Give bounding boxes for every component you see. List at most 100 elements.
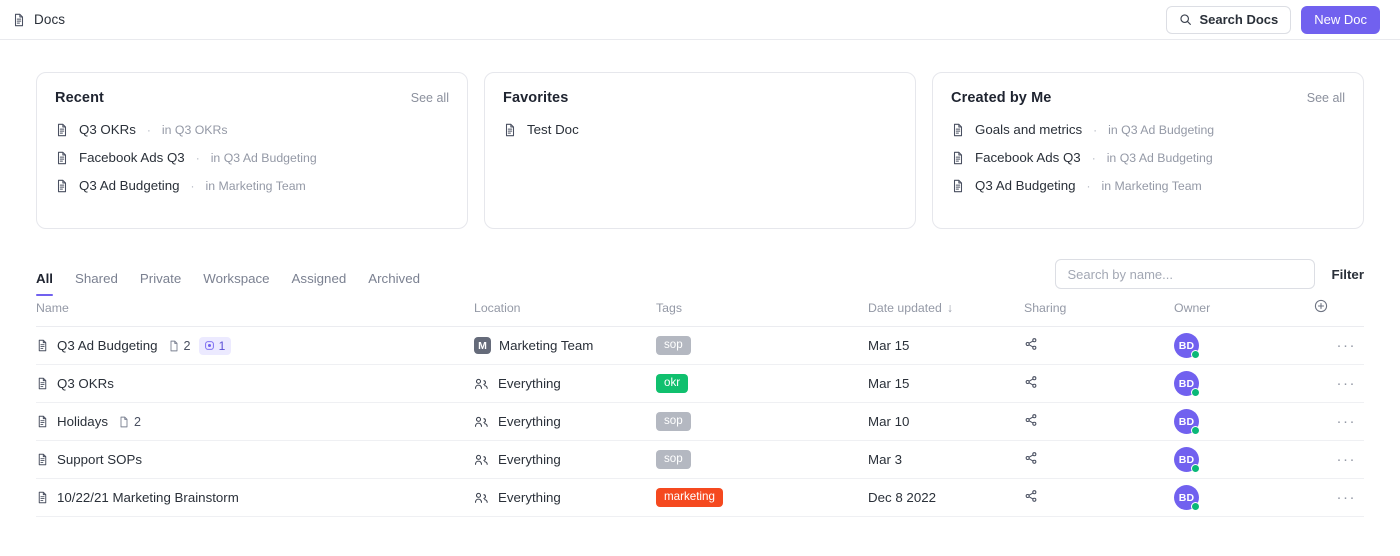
list-item[interactable]: Facebook Ads Q3 · in Q3 Ad Budgeting bbox=[55, 150, 449, 165]
avatar[interactable]: BD bbox=[1174, 447, 1200, 473]
document-icon bbox=[118, 416, 130, 428]
table-row[interactable]: 10/22/21 Marketing Brainstorm Everything… bbox=[36, 478, 1365, 517]
filter-button[interactable]: Filter bbox=[1331, 267, 1364, 282]
table-row[interactable]: Q3 OKRs Everything okr Mar 15 BD ··· bbox=[36, 364, 1365, 403]
see-all-link[interactable]: See all bbox=[411, 91, 449, 105]
cell-name[interactable]: 10/22/21 Marketing Brainstorm bbox=[36, 478, 474, 517]
new-doc-button[interactable]: New Doc bbox=[1301, 5, 1380, 34]
share-icon[interactable] bbox=[1024, 375, 1038, 389]
cell-owner[interactable]: BD bbox=[1174, 478, 1314, 517]
cell-owner[interactable]: BD bbox=[1174, 364, 1314, 403]
list-item[interactable]: Q3 Ad Budgeting · in Marketing Team bbox=[951, 178, 1345, 193]
document-icon bbox=[55, 123, 69, 137]
cell-tags[interactable]: marketing bbox=[656, 478, 868, 517]
cell-more[interactable]: ··· bbox=[1314, 440, 1365, 479]
row-more-button[interactable]: ··· bbox=[1337, 337, 1365, 354]
list-item[interactable]: Facebook Ads Q3 · in Q3 Ad Budgeting bbox=[951, 150, 1345, 165]
tabs-toolbar: All Shared Private Workspace Assigned Ar… bbox=[0, 229, 1400, 296]
plus-circle-icon bbox=[1314, 299, 1328, 313]
cell-name[interactable]: Holidays 2 bbox=[36, 402, 474, 441]
tag-chip[interactable]: sop bbox=[656, 412, 691, 431]
document-icon bbox=[168, 340, 180, 352]
subdoc-count: 2 bbox=[168, 339, 191, 353]
see-all-link[interactable]: See all bbox=[1307, 91, 1345, 105]
location-name: Marketing Team bbox=[499, 338, 594, 353]
avatar[interactable]: BD bbox=[1174, 409, 1200, 435]
row-more-button[interactable]: ··· bbox=[1337, 413, 1365, 430]
breadcrumb[interactable]: Docs bbox=[12, 12, 65, 27]
table-header-row: Name Location Tags Date updated ↓ Sharin… bbox=[36, 295, 1364, 327]
page-title: Docs bbox=[34, 12, 66, 27]
cell-more[interactable]: ··· bbox=[1314, 364, 1365, 403]
column-header-location[interactable]: Location bbox=[474, 295, 656, 327]
tab-private[interactable]: Private bbox=[140, 271, 181, 295]
column-header-tags[interactable]: Tags bbox=[656, 295, 868, 327]
cell-location[interactable]: Everything bbox=[474, 440, 656, 479]
tab-assigned[interactable]: Assigned bbox=[292, 271, 347, 295]
column-header-name[interactable]: Name bbox=[36, 295, 474, 327]
cell-tags[interactable]: sop bbox=[656, 326, 868, 365]
avatar[interactable]: BD bbox=[1174, 333, 1200, 359]
tab-workspace[interactable]: Workspace bbox=[203, 271, 269, 295]
cell-name[interactable]: Q3 Ad Budgeting 2 1 bbox=[36, 326, 474, 365]
tag-chip[interactable]: marketing bbox=[656, 488, 723, 507]
tag-chip[interactable]: okr bbox=[656, 374, 689, 393]
tab-archived[interactable]: Archived bbox=[368, 271, 420, 295]
cell-owner[interactable]: BD bbox=[1174, 326, 1314, 365]
row-more-button[interactable]: ··· bbox=[1337, 489, 1365, 506]
list-item-name: Q3 OKRs bbox=[79, 122, 136, 137]
list-item[interactable]: Q3 OKRs · in Q3 OKRs bbox=[55, 122, 449, 137]
cell-sharing[interactable] bbox=[1024, 440, 1174, 479]
avatar[interactable]: BD bbox=[1174, 371, 1200, 397]
table-row[interactable]: Q3 Ad Budgeting 2 1 M Marketing Team sop… bbox=[36, 326, 1365, 365]
cell-owner[interactable]: BD bbox=[1174, 440, 1314, 479]
search-docs-button[interactable]: Search Docs bbox=[1166, 5, 1292, 34]
column-header-sharing[interactable]: Sharing bbox=[1024, 295, 1174, 327]
cell-more[interactable]: ··· bbox=[1314, 326, 1365, 365]
list-item[interactable]: Goals and metrics · in Q3 Ad Budgeting bbox=[951, 122, 1345, 137]
share-icon[interactable] bbox=[1024, 451, 1038, 465]
tab-all[interactable]: All bbox=[36, 271, 53, 296]
cell-owner[interactable]: BD bbox=[1174, 402, 1314, 441]
share-icon[interactable] bbox=[1024, 489, 1038, 503]
cell-sharing[interactable] bbox=[1024, 326, 1174, 365]
row-more-button[interactable]: ··· bbox=[1337, 451, 1365, 468]
cell-location[interactable]: Everything bbox=[474, 402, 656, 441]
cell-name[interactable]: Support SOPs bbox=[36, 440, 474, 479]
cell-more[interactable]: ··· bbox=[1314, 402, 1365, 441]
cell-sharing[interactable] bbox=[1024, 402, 1174, 441]
cell-name[interactable]: Q3 OKRs bbox=[36, 364, 474, 403]
cell-tags[interactable]: okr bbox=[656, 364, 868, 403]
card-item-list: Q3 OKRs · in Q3 OKRs Facebook Ads Q3 · i… bbox=[55, 122, 449, 193]
tab-shared[interactable]: Shared bbox=[75, 271, 118, 295]
add-column-button[interactable] bbox=[1314, 295, 1364, 327]
docs-table-wrapper: Name Location Tags Date updated ↓ Sharin… bbox=[0, 295, 1400, 517]
cell-more[interactable]: ··· bbox=[1314, 478, 1365, 517]
everything-people-icon bbox=[474, 453, 490, 467]
share-icon[interactable] bbox=[1024, 413, 1038, 427]
cell-date-updated: Mar 3 bbox=[868, 440, 1024, 479]
search-docs-label: Search Docs bbox=[1199, 12, 1279, 27]
list-item[interactable]: Test Doc bbox=[503, 122, 897, 137]
cell-location[interactable]: M Marketing Team bbox=[474, 326, 656, 365]
column-header-owner[interactable]: Owner bbox=[1174, 295, 1314, 327]
row-more-button[interactable]: ··· bbox=[1337, 375, 1365, 392]
tag-chip[interactable]: sop bbox=[656, 450, 691, 469]
cell-sharing[interactable] bbox=[1024, 364, 1174, 403]
cell-sharing[interactable] bbox=[1024, 478, 1174, 517]
search-icon bbox=[1179, 13, 1192, 26]
avatar[interactable]: BD bbox=[1174, 485, 1200, 511]
list-item[interactable]: Q3 Ad Budgeting · in Marketing Team bbox=[55, 178, 449, 193]
search-by-name-input[interactable] bbox=[1055, 259, 1316, 289]
share-icon[interactable] bbox=[1024, 337, 1038, 351]
table-row[interactable]: Holidays 2 Everything sop Mar 10 BD ··· bbox=[36, 402, 1365, 441]
status-badge[interactable]: 1 bbox=[198, 336, 232, 355]
tag-chip[interactable]: sop bbox=[656, 336, 691, 355]
cell-location[interactable]: Everything bbox=[474, 364, 656, 403]
cell-tags[interactable]: sop bbox=[656, 402, 868, 441]
online-status-dot bbox=[1191, 388, 1200, 397]
cell-location[interactable]: Everything bbox=[474, 478, 656, 517]
table-row[interactable]: Support SOPs Everything sop Mar 3 BD ··· bbox=[36, 440, 1365, 479]
cell-tags[interactable]: sop bbox=[656, 440, 868, 479]
column-header-date-updated[interactable]: Date updated ↓ bbox=[868, 295, 1024, 327]
